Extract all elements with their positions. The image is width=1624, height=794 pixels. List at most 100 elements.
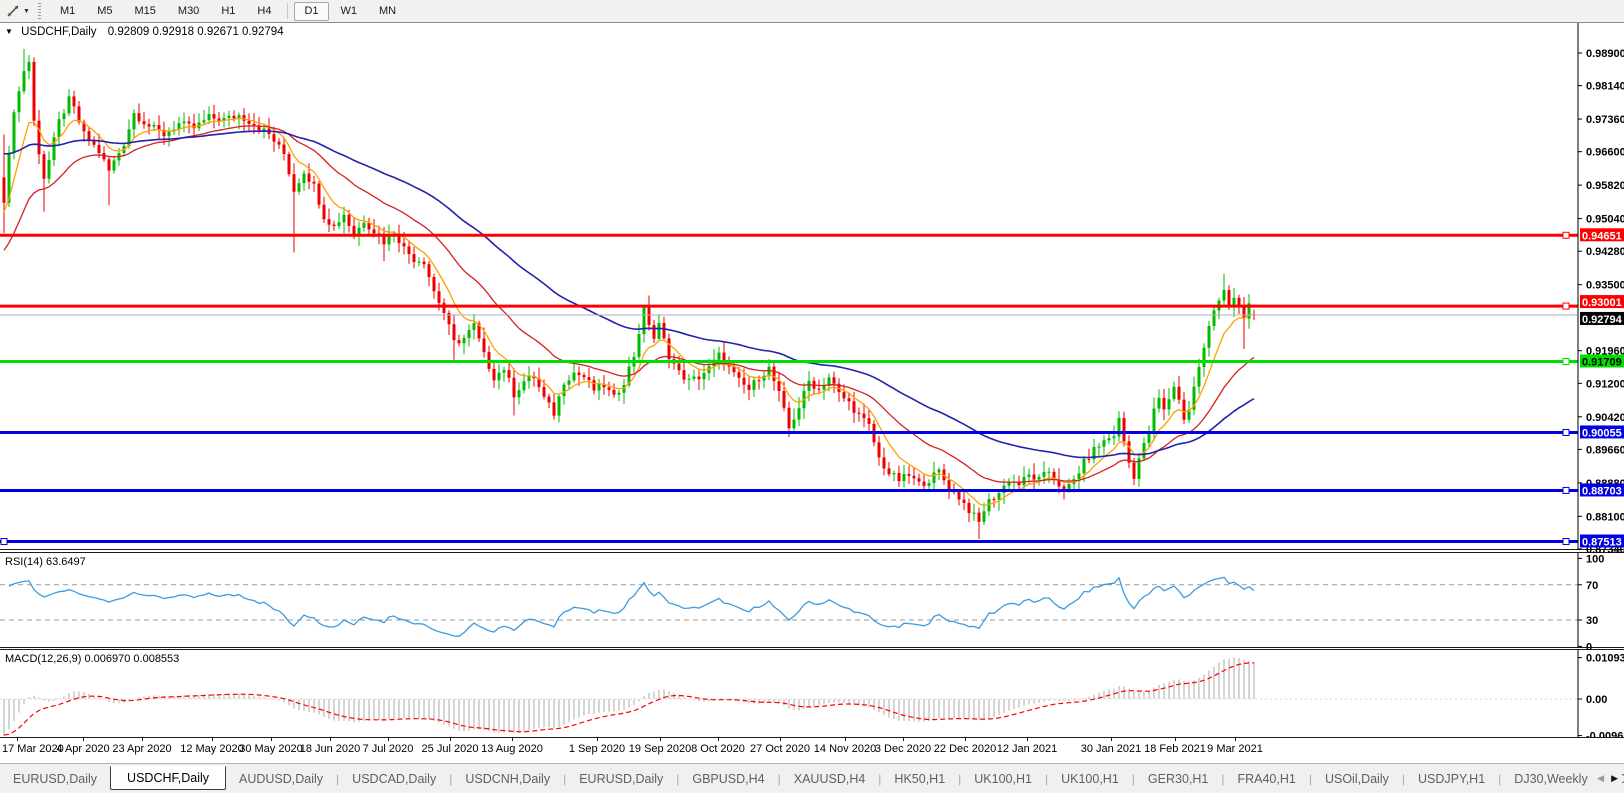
candle-body-down [547, 396, 551, 403]
price-tick-label: 0.97360 [1586, 114, 1624, 126]
candle-body-up [987, 499, 991, 512]
candle-body-up [132, 113, 136, 130]
candle-body-up [1037, 476, 1041, 480]
timeframe-button-h1[interactable]: H1 [211, 2, 245, 21]
candle-body-up [67, 96, 71, 114]
timeframe-button-w1[interactable]: W1 [331, 2, 368, 21]
candle-body-down [742, 377, 746, 385]
price-tick-label: 0.95820 [1586, 180, 1624, 192]
chart-tab-audusd-daily[interactable]: AUDUSD,Daily [226, 768, 336, 790]
candle-body-up [617, 392, 621, 395]
chart-tab-xauusd-h4[interactable]: XAUUSD,H4 [781, 768, 879, 790]
candle-body-up [342, 214, 346, 223]
candle-body-up [167, 131, 171, 137]
chart-tab-usdjpy-h1[interactable]: USDJPY,H1 [1405, 768, 1498, 790]
tab-scroll-left-icon[interactable]: ◀ [1597, 773, 1604, 784]
date-axis-label: 18 Feb 2021 [1144, 743, 1206, 755]
candle-body-down [1182, 399, 1186, 420]
price-tick-label: 0.93500 [1586, 280, 1624, 292]
candle-body-down [862, 413, 866, 419]
timeframe-button-mn[interactable]: MN [369, 2, 406, 21]
level-price-label: 0.93001 [1582, 297, 1622, 309]
date-tick-mark [271, 738, 272, 741]
level-line-handle[interactable] [1562, 428, 1570, 436]
candle-body-down [842, 392, 846, 399]
level-line-handle[interactable] [1562, 231, 1570, 239]
timeframe-button-m30[interactable]: M30 [168, 2, 209, 21]
timeframe-button-h4[interactable]: H4 [247, 2, 281, 21]
date-tick-mark [718, 738, 719, 741]
chart-tab-ger30-h1[interactable]: GER30,H1 [1135, 768, 1221, 790]
chart-tab-uk100-h1[interactable]: UK100,H1 [1048, 768, 1132, 790]
price-tick-label: 0.94280 [1586, 246, 1624, 258]
collapse-arrow-icon[interactable]: ▼ [5, 27, 13, 36]
level-line-handle[interactable] [1562, 357, 1570, 365]
candle-body-up [17, 91, 21, 113]
drawing-tool-icon[interactable] [3, 2, 23, 20]
candle-body-up [47, 159, 51, 179]
candle-body-up [1222, 290, 1226, 301]
tab-scroll-right-icon[interactable]: ▶ [1611, 773, 1618, 784]
price-tick-label: 0.98140 [1586, 81, 1624, 93]
toolbar-dropdown-arrow[interactable]: ▼ [23, 8, 30, 15]
chart-tab-usdcnh-daily[interactable]: USDCNH,Daily [452, 768, 563, 790]
level-line-handle[interactable] [0, 538, 8, 546]
macd-canvas: 0.0109330.00-0.009653 [0, 650, 1624, 743]
timeframe-button-d1[interactable]: D1 [294, 1, 329, 21]
chart-tab-gbpusd-h4[interactable]: GBPUSD,H4 [679, 768, 777, 790]
timeframe-button-m1[interactable]: M1 [50, 2, 85, 21]
candle-body-up [1212, 310, 1216, 326]
candle-body-down [37, 120, 41, 155]
chart-symbol-label: USDCHF,Daily [21, 26, 97, 38]
date-tick-mark [1235, 738, 1236, 741]
chart-title: ▼ USDCHF,Daily 0.92809 0.92918 0.92671 0… [5, 26, 284, 38]
candle-body-up [522, 381, 526, 391]
candle-body-up [207, 113, 211, 121]
level-line-handle[interactable] [1562, 538, 1570, 546]
chart-ohlc-label: 0.92809 0.92918 0.92671 0.92794 [107, 26, 284, 38]
chart-tab-hk50-h1[interactable]: HK50,H1 [881, 768, 958, 790]
crosshair-icon [7, 5, 19, 17]
candle-body-up [1157, 397, 1161, 409]
timeframe-button-m15[interactable]: M15 [125, 2, 166, 21]
chart-tab-usoil-daily[interactable]: USOil,Daily [1312, 768, 1402, 790]
timeframe-button-m5[interactable]: M5 [87, 2, 122, 21]
candle-body-down [407, 246, 411, 255]
date-axis-label: 25 Jul 2020 [421, 743, 479, 755]
candle-body-down [252, 123, 256, 126]
price-tick-label: 0.89660 [1586, 444, 1624, 456]
date-axis[interactable]: 17 Mar 2020 4 Apr 2020 23 Apr 2020 12 May 2… [0, 737, 1624, 763]
candle-body-up [902, 474, 906, 482]
level-line-handle[interactable] [1562, 486, 1570, 494]
candle-body-down [577, 372, 581, 376]
candle-body-down [652, 325, 656, 339]
ma-fast-orange-line [3, 117, 1254, 507]
chart-tab-uk100-h1[interactable]: UK100,H1 [961, 768, 1045, 790]
candle-body-down [137, 113, 141, 122]
level-line-handle[interactable] [1562, 302, 1570, 310]
candle-body-up [572, 372, 576, 381]
date-tick-mark [388, 738, 389, 741]
candle-body-down [232, 115, 236, 119]
chart-tab-eurusd-daily[interactable]: EURUSD,Daily [0, 768, 110, 790]
chart-tab-dj30-weekly[interactable]: DJ30,Weekly [1501, 768, 1600, 790]
candle-body-down [277, 141, 281, 145]
candle-body-up [562, 384, 566, 397]
macd-indicator-panel: 0.0109330.00-0.009653 MACD(12,26,9) 0.00… [0, 650, 1624, 743]
chart-tab-eurusd-daily[interactable]: EURUSD,Daily [566, 768, 676, 790]
candle-body-down [897, 472, 901, 482]
rsi-canvas: 10070300 [0, 553, 1604, 653]
candle-body-down [2, 177, 6, 203]
toolbar-grip-handle[interactable] [37, 3, 41, 19]
candle-body-down [682, 370, 686, 380]
candle-body-down [372, 229, 376, 234]
candle-body-down [87, 131, 91, 141]
candle-body-down [847, 398, 851, 402]
chart-tab-fra40-h1[interactable]: FRA40,H1 [1224, 768, 1308, 790]
date-axis-label: 27 Oct 2020 [750, 743, 810, 755]
candle-body-down [287, 154, 291, 175]
candle-body-up [597, 383, 601, 391]
rsi-line [8, 576, 1255, 637]
chart-tab-usdchf-daily[interactable]: USDCHF,Daily [110, 765, 226, 790]
chart-tab-usdcad-daily[interactable]: USDCAD,Daily [339, 768, 449, 790]
